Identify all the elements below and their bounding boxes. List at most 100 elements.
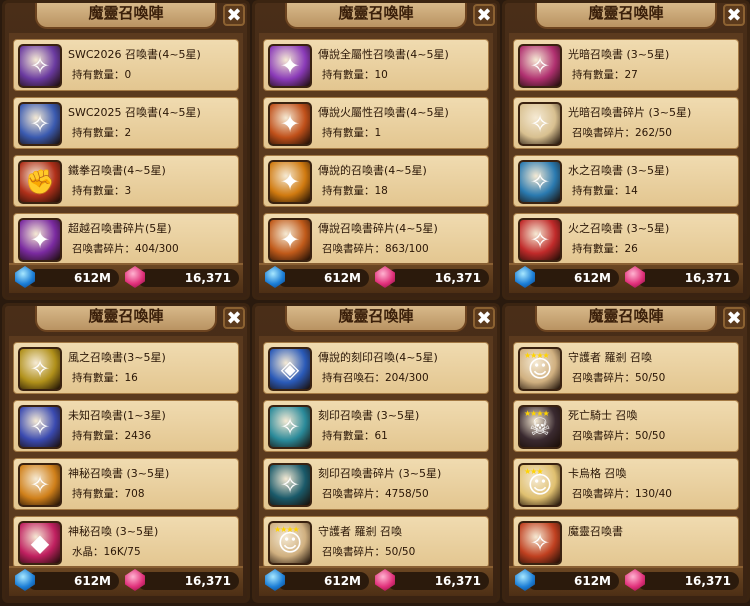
icon-glyph: ✦: [29, 226, 51, 254]
summon-panel: 魔靈召喚陣 ✖ ◈ 傳說的刻印召喚(4~5星) 持有召喚石：204/300 ✧ …: [252, 303, 500, 603]
icon-glyph: ✧: [529, 226, 551, 254]
summon-item-count: 持有數量：708: [72, 488, 145, 500]
summon-list[interactable]: ✧ 風之召喚書(3~5星) 持有數量：16 ✧ 未知召喚書(1~3星) 持有數量…: [9, 336, 243, 566]
summon-item-name: 刻印召喚書碎片 (3~5星): [318, 467, 442, 480]
resource-bar: 612M 16,371: [9, 566, 243, 596]
close-button[interactable]: ✖: [223, 307, 245, 329]
wind-scroll-icon: ✧: [18, 347, 62, 391]
summon-item[interactable]: ✧ SWC2026 召喚書(4~5星) 持有數量：0: [13, 39, 239, 91]
close-button[interactable]: ✖: [473, 4, 495, 26]
crystal-amount: 16,371: [137, 572, 239, 590]
summon-item[interactable]: ✧ 風之召喚書(3~5星) 持有數量：16: [13, 342, 239, 394]
summon-item[interactable]: ✊ 鐵拳召喚書(4~5星) 持有數量：3: [13, 155, 239, 207]
resource-bar: 612M 16,371: [509, 566, 743, 596]
summon-list[interactable]: ✧ SWC2026 召喚書(4~5星) 持有數量：0 ✧ SWC2025 召喚書…: [9, 33, 243, 263]
summon-item[interactable]: ☺ ★★★ 卡烏格 召喚 召喚書碎片：130/40: [513, 458, 739, 510]
close-button[interactable]: ✖: [223, 4, 245, 26]
legendary-scroll-piece-icon: ✦: [268, 218, 312, 262]
summon-item[interactable]: ✧ 未知召喚書(1~3星) 持有數量：2436: [13, 400, 239, 452]
summon-item[interactable]: ☠ ★★★★ 死亡騎士 召喚 召喚書碎片：50/50: [513, 400, 739, 452]
summon-item[interactable]: ◈ 傳說的刻印召喚(4~5星) 持有召喚石：204/300: [263, 342, 489, 394]
fire-scroll-icon: ✧: [518, 218, 562, 262]
summon-list[interactable]: ◈ 傳說的刻印召喚(4~5星) 持有召喚石：204/300 ✧ 刻印召喚書 (3…: [259, 336, 493, 566]
summon-item[interactable]: ✦ 傳說召喚書碎片(4~5星) 召喚書碎片：863/100: [263, 213, 489, 263]
mana-amount: 612M: [527, 269, 619, 287]
summon-item[interactable]: ☺ ★★★★ 守護者 羅剎 召喚 召喚書碎片：50/50: [263, 516, 489, 566]
summon-list[interactable]: ✧ 光暗召喚書 (3~5星) 持有數量：27 ✧ 光暗召喚書碎片 (3~5星) …: [509, 33, 743, 263]
swc2026-scroll-icon: ✧: [18, 44, 62, 88]
iron-fist-scroll-icon: ✊: [18, 160, 62, 204]
summon-item-name: SWC2025 召喚書(4~5星): [68, 106, 201, 119]
summon-item-name: 光暗召喚書 (3~5星): [568, 48, 670, 61]
summon-panel: 魔靈召喚陣 ✖ ✧ 光暗召喚書 (3~5星) 持有數量：27 ✧ 光暗召喚書碎片…: [502, 0, 750, 300]
summon-item-name: 水之召喚書 (3~5星): [568, 164, 670, 177]
icon-glyph: ✧: [279, 471, 301, 499]
transcendence-scroll-icon: ✦: [18, 218, 62, 262]
summon-item-count: 持有數量：14: [572, 185, 638, 197]
summon-panel: 魔靈召喚陣 ✖ ☺ ★★★★ 守護者 羅剎 召喚 召喚書碎片：50/50 ☠ ★…: [502, 303, 750, 603]
mana-amount: 612M: [527, 572, 619, 590]
icon-glyph: ✧: [29, 52, 51, 80]
resource-bar: 612M 16,371: [259, 566, 493, 596]
icon-glyph: ✧: [529, 529, 551, 557]
summon-item-count: 持有數量：26: [572, 243, 638, 255]
summon-item-count: 持有數量：2436: [72, 430, 152, 442]
crystal-amount: 16,371: [387, 572, 489, 590]
kaoug-portrait-icon: ☺ ★★★: [518, 463, 562, 507]
icon-glyph: ✊: [25, 168, 55, 196]
summon-item-count: 持有數量：1: [322, 127, 382, 139]
close-button[interactable]: ✖: [473, 307, 495, 329]
summon-item-name: 死亡騎士 召喚: [568, 409, 638, 422]
summon-item-count: 召喚書碎片：50/50: [572, 430, 666, 442]
mana-amount: 612M: [277, 572, 369, 590]
summon-item[interactable]: ◆ 神秘召喚 (3~5星) 水晶：16K/75: [13, 516, 239, 566]
summon-item[interactable]: ✦ 傳說火屬性召喚書(4~5星) 持有數量：1: [263, 97, 489, 149]
summon-item-name: 卡烏格 召喚: [568, 467, 627, 480]
monster-summon-scroll-icon: ✧: [518, 521, 562, 565]
summon-item[interactable]: ✧ SWC2025 召喚書(4~5星) 持有數量：2: [13, 97, 239, 149]
icon-glyph: ✧: [29, 355, 51, 383]
summon-item[interactable]: ✧ 魔靈召喚書: [513, 516, 739, 566]
panel-title: 魔靈召喚陣: [285, 3, 467, 29]
summon-item-name: 傳說的刻印召喚(4~5星): [318, 351, 438, 364]
close-button[interactable]: ✖: [723, 307, 745, 329]
summon-item-name: 傳說召喚書碎片(4~5星): [318, 222, 438, 235]
crystal-amount: 16,371: [387, 269, 489, 287]
summon-item[interactable]: ✧ 神秘召喚書 (3~5星) 持有數量：708: [13, 458, 239, 510]
summon-item-count: 持有召喚石：204/300: [322, 372, 429, 384]
legendary-all-attribute-scroll-icon: ✦: [268, 44, 312, 88]
summon-item-name: 魔靈召喚書: [568, 525, 623, 538]
summon-item-count: 召喚書碎片：50/50: [322, 546, 416, 558]
icon-glyph: ◈: [280, 355, 300, 383]
icon-glyph: ✧: [29, 413, 51, 441]
summon-item[interactable]: ☺ ★★★★ 守護者 羅剎 召喚 召喚書碎片：50/50: [513, 342, 739, 394]
summon-item-name: 火之召喚書 (3~5星): [568, 222, 670, 235]
summon-item[interactable]: ✧ 光暗召喚書碎片 (3~5星) 召喚書碎片：262/50: [513, 97, 739, 149]
summon-item[interactable]: ✧ 水之召喚書 (3~5星) 持有數量：14: [513, 155, 739, 207]
summon-item[interactable]: ✧ 光暗召喚書 (3~5星) 持有數量：27: [513, 39, 739, 91]
summon-list[interactable]: ✦ 傳說全屬性召喚書(4~5星) 持有數量：10 ✦ 傳說火屬性召喚書(4~5星…: [259, 33, 493, 263]
summon-item[interactable]: ✦ 超越召喚書碎片(5星) 召喚書碎片：404/300: [13, 213, 239, 263]
light-dark-scroll-icon: ✧: [518, 44, 562, 88]
icon-glyph: ✧: [279, 413, 301, 441]
summon-item-name: 超越召喚書碎片(5星): [68, 222, 172, 235]
legendary-scroll-icon: ✦: [268, 160, 312, 204]
crystal-amount: 16,371: [637, 572, 739, 590]
panel-title: 魔靈召喚陣: [35, 306, 217, 332]
summon-item-count: 召喚書碎片：262/50: [572, 127, 672, 139]
engraved-scroll-icon: ✧: [268, 405, 312, 449]
icon-glyph: ✧: [29, 110, 51, 138]
summon-item[interactable]: ✦ 傳說的召喚書(4~5星) 持有數量：18: [263, 155, 489, 207]
panel-title: 魔靈召喚陣: [285, 306, 467, 332]
summon-panel: 魔靈召喚陣 ✖ ✧ 風之召喚書(3~5星) 持有數量：16 ✧ 未知召喚書(1~…: [2, 303, 250, 603]
close-button[interactable]: ✖: [723, 4, 745, 26]
summon-item-count: 持有數量：18: [322, 185, 388, 197]
summon-item[interactable]: ✧ 刻印召喚書碎片 (3~5星) 召喚書碎片：4758/50: [263, 458, 489, 510]
mana-amount: 612M: [27, 269, 119, 287]
icon-glyph: ✦: [279, 226, 301, 254]
summon-list[interactable]: ☺ ★★★★ 守護者 羅剎 召喚 召喚書碎片：50/50 ☠ ★★★★ 死亡騎士…: [509, 336, 743, 566]
summon-item[interactable]: ✧ 刻印召喚書 (3~5星) 持有數量：61: [263, 400, 489, 452]
summon-item[interactable]: ✦ 傳說全屬性召喚書(4~5星) 持有數量：10: [263, 39, 489, 91]
summon-item[interactable]: ✧ 火之召喚書 (3~5星) 持有數量：26: [513, 213, 739, 263]
icon-glyph: ✧: [529, 110, 551, 138]
